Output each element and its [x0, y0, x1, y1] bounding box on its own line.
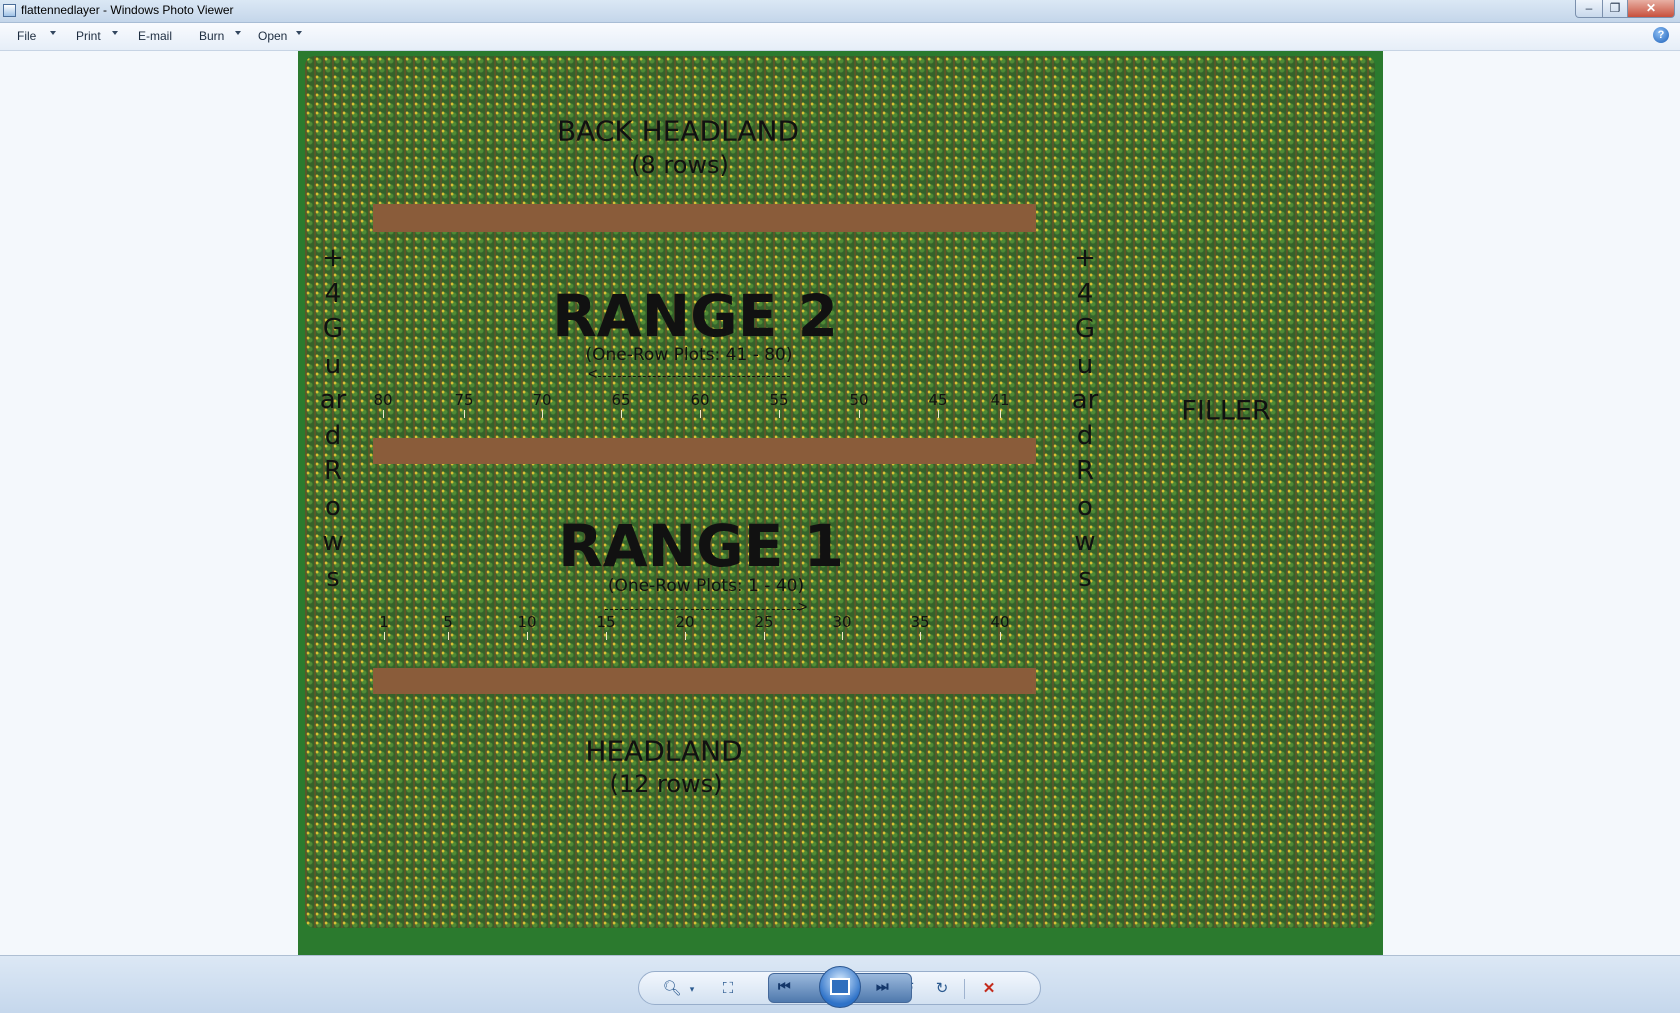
range-1-plot-number: 30	[832, 613, 852, 631]
actual-size-button[interactable]: ⛶	[715, 978, 741, 1000]
range-2-plot-number: 45	[928, 391, 948, 409]
range-2-direction-arrow	[598, 376, 790, 377]
plot-marker-stake	[920, 632, 921, 640]
title-bar: flattennedlayer - Windows Photo Viewer –…	[0, 0, 1680, 23]
menu-burn[interactable]: Burn	[199, 29, 224, 43]
guard-rows-left-label: +4GuardRows	[319, 243, 347, 593]
rotate-clockwise-button[interactable]: ↻	[929, 978, 955, 1000]
plot-marker-stake	[859, 410, 860, 418]
close-window-button[interactable]: ✕	[1627, 0, 1675, 18]
plot-marker-stake	[464, 410, 465, 418]
plot-marker-stake	[1000, 410, 1001, 418]
window-title: flattennedlayer - Windows Photo Viewer	[21, 3, 234, 17]
range-1-direction-arrow-head: >	[798, 599, 808, 616]
crop-field-background	[305, 56, 1375, 928]
range-1-plot-number: 5	[443, 613, 453, 631]
range-1-label: RANGE 1	[558, 512, 844, 580]
range-2-direction-arrow-head: <	[588, 366, 598, 383]
range-2-plot-number: 65	[611, 391, 631, 409]
menu-email[interactable]: E-mail	[138, 29, 172, 43]
zoom-dropdown-arrow-icon[interactable]: ▾	[679, 978, 705, 1000]
plot-marker-stake	[606, 632, 607, 640]
plot-marker-stake	[384, 632, 385, 640]
guard-rows-right-label: +4GuardRows	[1071, 243, 1099, 593]
range-2-plot-number: 75	[454, 391, 474, 409]
delete-button[interactable]: ✕	[976, 978, 1002, 1000]
range-2-plot-number: 60	[690, 391, 710, 409]
menu-bar: File Print E-mail Burn Open ?	[0, 23, 1680, 51]
menu-open[interactable]: Open	[258, 29, 287, 43]
print-dropdown-arrow-icon[interactable]	[112, 31, 118, 35]
range-1-plot-number: 35	[910, 613, 930, 631]
file-dropdown-arrow-icon[interactable]	[50, 31, 56, 35]
delete-x-icon: ✕	[982, 980, 996, 997]
help-icon[interactable]: ?	[1653, 27, 1669, 43]
plot-marker-stake	[383, 410, 384, 418]
slideshow-icon	[830, 978, 850, 995]
plot-marker-stake	[448, 632, 449, 640]
plot-marker-stake	[842, 632, 843, 640]
previous-button[interactable]: ⏮	[778, 978, 791, 995]
range-1-plot-number: 40	[990, 613, 1010, 631]
plot-marker-stake	[685, 632, 686, 640]
range-1-plot-number: 1	[379, 613, 389, 631]
bottom-control-bar: 🔍︎ ▾ ⛶ ↺ ↻ ✕ ⏮ ⏭	[0, 955, 1680, 1013]
image-viewport[interactable]: BACK HEADLAND (8 rows) RANGE 2 (One-Row …	[0, 51, 1680, 955]
menu-file[interactable]: File	[17, 29, 36, 43]
alley-bottom	[373, 668, 1036, 694]
plot-marker-stake	[700, 410, 701, 418]
range-2-plot-number: 80	[373, 391, 393, 409]
headland-rows-label: (12 rows)	[609, 770, 723, 798]
fit-to-window-icon: ⛶	[722, 980, 734, 997]
back-headland-rows-label: (8 rows)	[631, 151, 729, 179]
menu-print[interactable]: Print	[76, 29, 101, 43]
headland-label: HEADLAND	[585, 734, 743, 768]
alley-top	[373, 204, 1036, 232]
plot-marker-stake	[542, 410, 543, 418]
open-dropdown-arrow-icon[interactable]	[296, 31, 302, 35]
range-2-plot-number: 55	[769, 391, 789, 409]
filler-label: FILLER	[1181, 395, 1271, 427]
range-2-label: RANGE 2	[552, 282, 838, 350]
rotate-cw-icon: ↻	[935, 980, 949, 997]
plot-marker-stake	[938, 410, 939, 418]
restore-button[interactable]: ❐	[1602, 0, 1628, 18]
range-2-plot-number: 70	[532, 391, 552, 409]
plot-marker-stake	[621, 410, 622, 418]
back-headland-label: BACK HEADLAND	[556, 114, 800, 148]
play-slideshow-button[interactable]	[819, 966, 861, 1008]
plot-marker-stake	[1000, 632, 1001, 640]
range-2-plot-number: 50	[849, 391, 869, 409]
alley-middle	[373, 438, 1036, 464]
photo-viewer-app-icon[interactable]	[3, 4, 16, 17]
control-separator	[964, 979, 965, 999]
range-2-plots-label: (One-Row Plots: 41 - 80)	[585, 345, 793, 365]
range-1-plots-label: (One-Row Plots: 1 - 40)	[607, 576, 805, 596]
range-1-plot-number: 15	[596, 613, 616, 631]
field-layout-image: BACK HEADLAND (8 rows) RANGE 2 (One-Row …	[298, 51, 1383, 955]
range-1-plot-number: 10	[517, 613, 537, 631]
minimize-button[interactable]: –	[1575, 0, 1603, 18]
range-1-direction-arrow	[605, 609, 800, 610]
next-button[interactable]: ⏭	[876, 978, 889, 995]
burn-dropdown-arrow-icon[interactable]	[235, 31, 241, 35]
plot-marker-stake	[764, 632, 765, 640]
plot-marker-stake	[779, 410, 780, 418]
plot-marker-stake	[527, 632, 528, 640]
range-1-plot-number: 20	[675, 613, 695, 631]
range-1-plot-number: 25	[754, 613, 774, 631]
range-2-plot-number: 41	[990, 391, 1010, 409]
